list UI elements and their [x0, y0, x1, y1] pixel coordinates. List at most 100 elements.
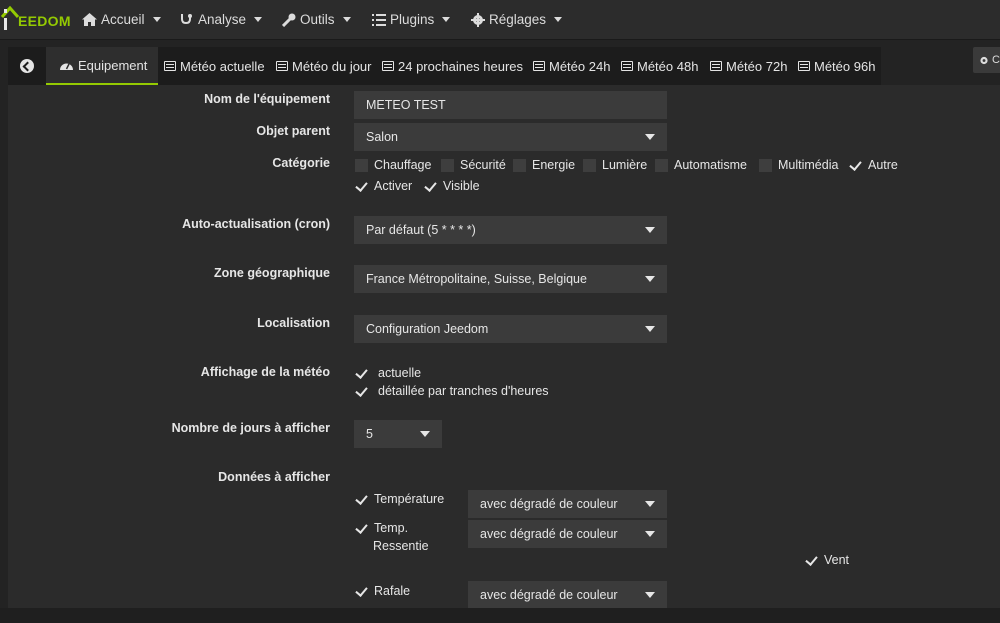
tab-meteo-72h[interactable]: Météo 72h [710, 47, 787, 85]
category-multimedia[interactable]: Multimédia [759, 158, 838, 172]
activate-checkbox[interactable]: Activer [355, 179, 412, 193]
cron-value: Par défaut (5 * * * *) [366, 223, 476, 237]
nav-reglages[interactable]: Réglages [471, 12, 563, 27]
label-nombre-jours: Nombre de jours à afficher [171, 421, 330, 435]
category-autre[interactable]: Autre [849, 158, 898, 172]
tab-meteo-24h[interactable]: Météo 24h [533, 47, 610, 85]
gust-checkbox[interactable]: Rafale [355, 584, 410, 598]
check-icon[interactable] [355, 385, 368, 398]
chevron-down-icon [645, 592, 655, 598]
check-icon[interactable] [805, 554, 818, 567]
feels-like-label-line1: Temp. [374, 521, 409, 535]
checkbox-unchecked[interactable] [759, 158, 772, 172]
tab-meteo-actuelle[interactable]: Météo actuelle [164, 47, 265, 85]
cron-select[interactable]: Par défaut (5 * * * *) [354, 216, 667, 244]
check-icon[interactable] [355, 180, 368, 193]
feels-like-label-wrap: Ressentie [373, 539, 429, 553]
chevron-down-icon [342, 17, 351, 22]
label-donnees-afficher: Données à afficher [218, 470, 330, 484]
tab-meteo-96h-label: Météo 96h [814, 58, 876, 74]
location-select[interactable]: Configuration Jeedom [354, 315, 667, 343]
configuration-button[interactable]: C [973, 47, 1000, 73]
tab-meteo-96h[interactable]: Météo 96h [798, 47, 875, 85]
display-hourly-checkbox[interactable]: détaillée par tranches d'heures [355, 384, 549, 398]
category-automatisme[interactable]: Automatisme [655, 158, 747, 172]
nav-analyse[interactable]: Analyse [180, 12, 263, 27]
category-multimedia-label: Multimédia [778, 158, 839, 172]
temperature-checkbox[interactable]: Température [355, 492, 444, 506]
nav-reglages-label: Réglages [489, 12, 547, 27]
days-select[interactable]: 5 [354, 420, 442, 448]
tab-24-prochaines-heures[interactable]: 24 prochaines heures [382, 47, 523, 85]
nav-analyse-label: Analyse [198, 12, 247, 27]
check-icon[interactable] [355, 493, 368, 506]
chevron-down-icon [554, 17, 563, 22]
checkbox-unchecked[interactable] [583, 158, 596, 172]
gust-mode-select[interactable]: avec dégradé de couleur [468, 581, 667, 609]
equipment-tabs: Equipement Météo actuelle Météo du jour … [8, 47, 881, 85]
nav-outils[interactable]: Outils [282, 12, 351, 27]
category-securite[interactable]: Sécurité [441, 158, 506, 172]
parent-object-value: Salon [366, 130, 398, 144]
jeedom-logo[interactable]: EEDOM [0, 5, 71, 35]
jeedom-house-icon [0, 5, 20, 30]
category-automatisme-label: Automatisme [674, 158, 747, 172]
feels-like-checkbox[interactable]: Temp. [355, 521, 408, 535]
wind-checkbox[interactable]: Vent [805, 553, 849, 567]
list-alt-icon [164, 61, 176, 71]
check-icon[interactable] [355, 522, 368, 535]
back-arrow-icon[interactable] [20, 59, 34, 73]
checkbox-unchecked[interactable] [513, 158, 526, 172]
category-energie[interactable]: Energie [513, 158, 575, 172]
bottom-strip [0, 608, 1000, 623]
checkbox-unchecked[interactable] [441, 158, 454, 172]
feels-like-mode-select[interactable]: avec dégradé de couleur [468, 520, 667, 548]
check-icon[interactable] [849, 159, 862, 172]
tab-meteo-du-jour-label: Météo du jour [292, 58, 372, 74]
visible-label: Visible [443, 179, 480, 193]
category-autre-label: Autre [868, 158, 898, 172]
category-lumiere[interactable]: Lumière [583, 158, 647, 172]
chevron-down-icon [645, 501, 655, 507]
checkbox-unchecked[interactable] [355, 158, 368, 172]
checkbox-unchecked[interactable] [655, 158, 668, 172]
zone-select[interactable]: France Métropolitaine, Suisse, Belgique [354, 265, 667, 293]
category-chauffage[interactable]: Chauffage [355, 158, 431, 172]
visible-checkbox[interactable]: Visible [424, 179, 480, 193]
feels-like-label-line2: Ressentie [373, 539, 429, 553]
nav-outils-label: Outils [300, 12, 335, 27]
dashboard-icon [60, 63, 73, 70]
tab-meteo-du-jour[interactable]: Météo du jour [276, 47, 372, 85]
list-alt-icon [621, 61, 633, 71]
label-zone-geographique: Zone géographique [214, 266, 330, 280]
nav-plugins[interactable]: Plugins [372, 12, 451, 27]
tab-meteo-48h[interactable]: Météo 48h [621, 47, 698, 85]
display-hourly-label: détaillée par tranches d'heures [378, 384, 549, 398]
chevron-down-icon [645, 134, 655, 140]
parent-object-select[interactable]: Salon [354, 123, 667, 151]
label-objet-parent: Objet parent [256, 124, 330, 138]
wrench-icon [282, 13, 296, 27]
list-alt-icon [798, 61, 810, 71]
temperature-label: Température [374, 492, 445, 506]
home-icon [82, 13, 97, 26]
check-icon[interactable] [355, 585, 368, 598]
list-alt-icon [276, 61, 288, 71]
check-icon[interactable] [424, 180, 437, 193]
tab-24h-label: 24 prochaines heures [398, 58, 524, 74]
tab-meteo-actuelle-label: Météo actuelle [180, 58, 265, 74]
tab-meteo-48h-label: Météo 48h [637, 58, 699, 74]
equipment-name-input[interactable]: METEO TEST [354, 91, 667, 119]
check-icon[interactable] [355, 367, 368, 380]
temperature-mode-select[interactable]: avec dégradé de couleur [468, 490, 667, 518]
chevron-down-icon [420, 431, 430, 437]
nav-accueil-label: Accueil [101, 12, 145, 27]
tab-equipement[interactable]: Equipement [46, 47, 158, 85]
chevron-down-icon [645, 326, 655, 332]
chevron-down-icon [254, 17, 263, 22]
nav-accueil[interactable]: Accueil [82, 12, 161, 27]
display-current-checkbox[interactable]: actuelle [355, 366, 421, 380]
list-alt-icon [533, 61, 545, 71]
gust-mode-value: avec dégradé de couleur [480, 588, 618, 602]
configuration-button-label: C [992, 54, 1000, 66]
